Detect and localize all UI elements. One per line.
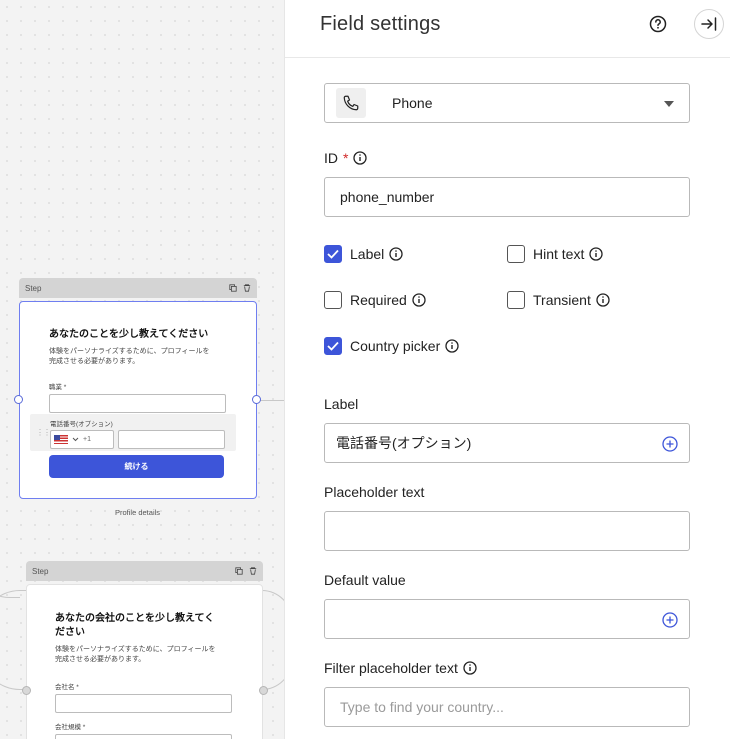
phone-field-row[interactable]: ⋮⋮ 電話番号(オプション) +1 (30, 414, 236, 451)
id-input[interactable]: phone_number (324, 177, 690, 217)
help-icon[interactable] (649, 15, 667, 33)
occupation-input[interactable] (49, 394, 226, 413)
collapse-right-icon (701, 17, 717, 31)
id-label: ID (324, 150, 338, 166)
info-icon[interactable] (589, 247, 604, 261)
us-flag-icon (54, 435, 68, 444)
label-checkbox[interactable]: Label (324, 245, 403, 263)
default-value-section-title: Default value (324, 572, 406, 588)
info-icon[interactable] (445, 339, 459, 353)
drag-handle-icon[interactable]: ⋮⋮ (36, 428, 51, 437)
id-value: phone_number (340, 189, 435, 205)
duplicate-icon[interactable] (229, 284, 237, 292)
step-header[interactable]: Step (19, 278, 257, 298)
checkbox-label: Label (350, 246, 385, 262)
input-port[interactable] (22, 686, 31, 695)
checkbox-label: Transient (533, 292, 591, 308)
info-icon[interactable] (463, 661, 477, 675)
checkbox-label: Hint text (533, 246, 585, 262)
checkbox-unchecked[interactable] (324, 291, 342, 309)
info-icon[interactable] (353, 151, 368, 165)
step-card-company[interactable]: あなたの会社のことを少し教えてく ださい 体験をパーソナライズするために、プロフ… (26, 584, 263, 739)
step-header-label: Step (32, 566, 49, 576)
filter-placeholder-input[interactable]: Type to find your country... (324, 687, 690, 727)
label-section-title: Label (324, 396, 359, 412)
add-variable-icon[interactable] (662, 612, 678, 628)
panel-title: Field settings (320, 13, 441, 35)
hint-text-checkbox[interactable]: Hint text (507, 245, 604, 263)
placeholder-input[interactable] (324, 511, 690, 551)
info-icon[interactable] (596, 293, 610, 307)
info-icon[interactable] (389, 247, 403, 261)
field-settings-panel: Field settings Phone ID * phone_number L… (284, 0, 730, 739)
checkbox-unchecked[interactable] (507, 291, 525, 309)
phone-number-input[interactable] (118, 430, 225, 449)
output-port[interactable] (259, 686, 268, 695)
flow-canvas[interactable]: Step あなたのことを少し教えてください 体験をパーソナライズするために、プロ… (0, 0, 284, 739)
connector-edge (0, 590, 28, 690)
checkbox-unchecked[interactable] (507, 245, 525, 263)
filter-placeholder-hint: Type to find your country... (340, 699, 504, 715)
company-size-label: 会社規模 * (55, 724, 86, 731)
trash-icon[interactable] (243, 284, 251, 292)
checkbox-checked[interactable] (324, 245, 342, 263)
duplicate-icon[interactable] (235, 567, 243, 575)
transient-checkbox[interactable]: Transient (507, 291, 610, 309)
default-value-input[interactable] (324, 599, 690, 639)
info-icon[interactable] (412, 293, 426, 307)
company-name-label: 会社名 * (55, 684, 79, 691)
phone-icon (343, 95, 359, 111)
continue-button[interactable]: 続ける (49, 455, 224, 478)
step-header[interactable]: Step (26, 561, 263, 581)
add-variable-icon[interactable] (662, 436, 678, 452)
required-checkbox[interactable]: Required (324, 291, 426, 309)
field-type-select[interactable]: Phone (324, 83, 690, 123)
label-value: 電話番号(オプション) (336, 435, 472, 451)
field-type-icon-box (336, 88, 366, 118)
step-subtitle: 体験をパーソナライズするために、プロフィールを 完成させる必要があります。 (55, 646, 216, 663)
caret-down-icon (664, 101, 674, 107)
field-type-label: Phone (392, 95, 433, 111)
filter-placeholder-title: Filter placeholder text (324, 660, 458, 676)
connector-edge (262, 590, 284, 690)
company-size-select[interactable] (55, 734, 232, 739)
trash-icon[interactable] (249, 567, 257, 575)
output-port[interactable] (252, 395, 261, 404)
occupation-label: 職業 * (49, 384, 67, 391)
required-mark: * (343, 150, 349, 166)
checkbox-checked[interactable] (324, 337, 342, 355)
dial-code: +1 (83, 436, 91, 443)
connector-edge (0, 398, 20, 598)
filter-placeholder-row: Filter placeholder text (324, 660, 477, 676)
checkmark-icon (327, 249, 339, 259)
chevron-down-icon (72, 437, 79, 442)
placeholder-section-title: Placeholder text (324, 484, 425, 500)
label-input[interactable]: 電話番号(オプション) (324, 423, 690, 463)
country-picker-checkbox[interactable]: Country picker (324, 337, 459, 355)
checkbox-label: Country picker (350, 338, 441, 354)
input-port[interactable] (14, 395, 23, 404)
step-header-label: Step (25, 283, 42, 293)
company-name-input[interactable] (55, 694, 232, 713)
step-title: あなたのことを少し教えてください (49, 329, 209, 340)
checkmark-icon (327, 341, 339, 351)
step-title: あなたの会社のことを少し教えてく ださい (55, 613, 215, 638)
step-caption: Profile details (115, 508, 161, 517)
phone-label: 電話番号(オプション) (50, 421, 113, 428)
country-code-select[interactable]: +1 (50, 430, 114, 449)
collapse-panel-button[interactable] (694, 9, 724, 39)
panel-header: Field settings (285, 0, 730, 58)
checkbox-label: Required (350, 292, 407, 308)
step-subtitle: 体験をパーソナライズするために、プロフィールを 完成させる必要があります。 (49, 348, 210, 365)
id-label-row: ID * (324, 150, 368, 166)
